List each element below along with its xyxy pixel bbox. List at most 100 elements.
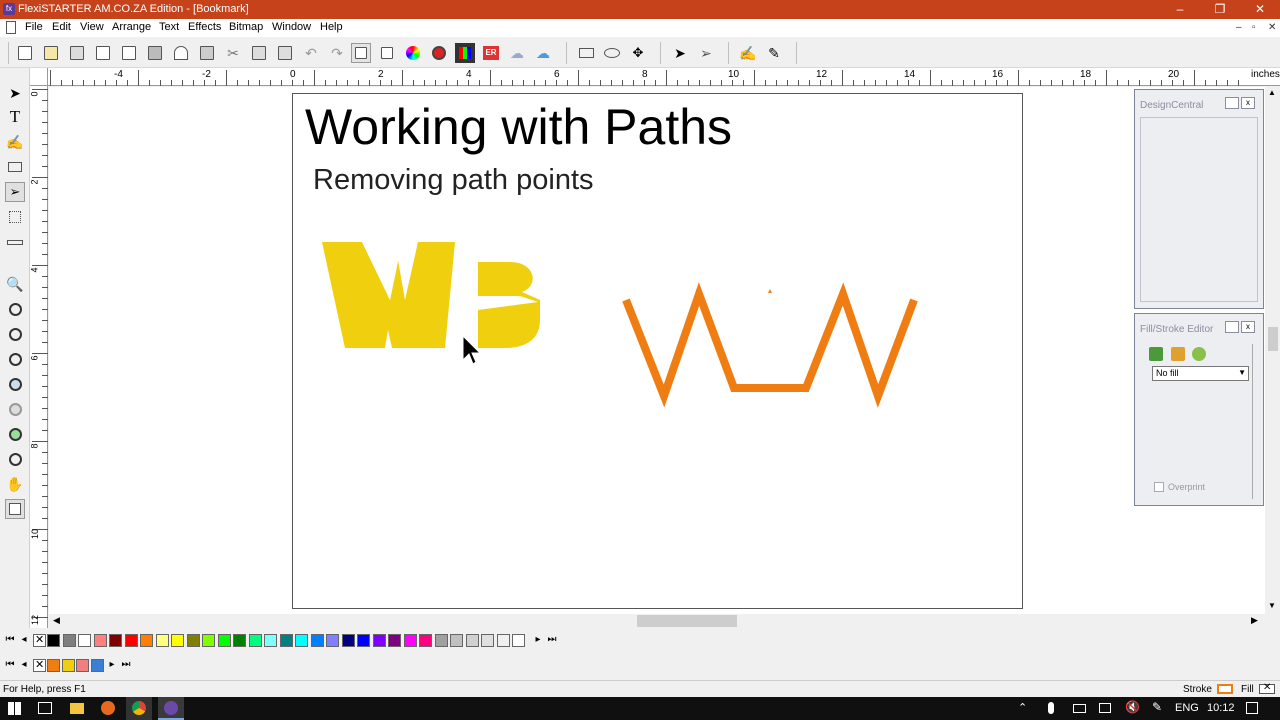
fill-type-value: No fill: [1156, 368, 1179, 378]
stroke-label: Stroke: [1183, 684, 1212, 695]
vertical-scroll-thumb[interactable]: [1268, 327, 1278, 351]
document-color-swatch[interactable]: [76, 659, 89, 672]
pen-icon[interactable]: ✎: [1152, 700, 1162, 714]
design-central-body: [1140, 117, 1258, 302]
horizontal-scrollbar[interactable]: ◀ ▶: [49, 614, 1265, 628]
color-swatch[interactable]: [295, 634, 308, 647]
color-swatch[interactable]: [93, 634, 107, 647]
microphone-icon[interactable]: [1048, 702, 1054, 714]
fill-type-select[interactable]: No fill ▼: [1152, 366, 1249, 381]
palette-prev-icon[interactable]: ◂: [18, 659, 30, 670]
chrome-taskbar-button[interactable]: [126, 697, 152, 720]
color-swatch[interactable]: [109, 634, 122, 647]
palette-next-icon[interactable]: ▸: [532, 634, 544, 645]
overprint-checkbox[interactable]: [1154, 482, 1164, 492]
effects-icon[interactable]: [1192, 347, 1206, 361]
no-color-swatch[interactable]: ✕: [33, 634, 46, 647]
scroll-down-icon[interactable]: ▼: [1268, 601, 1276, 610]
color-swatch[interactable]: [140, 634, 153, 647]
color-swatch[interactable]: [248, 634, 262, 647]
scroll-left-icon[interactable]: ◀: [53, 615, 60, 626]
chevron-down-icon: ▼: [1238, 368, 1246, 377]
color-swatch[interactable]: [186, 634, 200, 647]
color-swatch[interactable]: [171, 634, 184, 647]
color-swatch[interactable]: [217, 634, 231, 647]
status-bar: For Help, press F1 Stroke Fill ✕: [0, 680, 1280, 697]
scroll-right-icon[interactable]: ▶: [1251, 615, 1258, 626]
vertical-scrollbar[interactable]: ▲ ▼: [1265, 87, 1280, 614]
color-swatch[interactable]: [512, 634, 525, 647]
color-swatch[interactable]: [465, 634, 479, 647]
stroke-pen-icon[interactable]: [1171, 347, 1185, 361]
firefox-icon[interactable]: [101, 701, 115, 715]
wp-logo[interactable]: [322, 242, 540, 348]
document-color-swatch[interactable]: [61, 659, 75, 672]
color-swatch[interactable]: [403, 634, 417, 647]
horizontal-scroll-thumb[interactable]: [637, 615, 737, 627]
start-icon[interactable]: [8, 702, 21, 715]
clock[interactable]: 10:12: [1207, 702, 1235, 714]
stroke-swatch[interactable]: [1217, 684, 1233, 694]
palette-last-icon[interactable]: ⏭: [120, 659, 132, 670]
mouse-cursor: [462, 334, 482, 365]
palette-next-icon[interactable]: ▸: [106, 659, 118, 670]
panel-close-button[interactable]: x: [1241, 321, 1255, 333]
w-path[interactable]: [622, 282, 918, 408]
document-palette: ⏮ ◂ ✕ ▸ ⏭: [0, 657, 140, 675]
panel-minimize-button[interactable]: [1225, 321, 1239, 333]
color-swatch[interactable]: [481, 634, 494, 647]
color-swatch[interactable]: [233, 634, 246, 647]
scroll-up-icon[interactable]: ▲: [1268, 88, 1276, 97]
flexi-taskbar-button[interactable]: [158, 697, 184, 720]
color-swatch[interactable]: [326, 634, 339, 647]
palette-first-icon[interactable]: ⏮: [4, 659, 16, 670]
color-swatch[interactable]: [155, 634, 169, 647]
overprint-label: Overprint: [1168, 482, 1206, 492]
fill-stroke-panel: Fill/Stroke Editor x No fill ▼ Overprint: [1134, 313, 1264, 506]
palette-first-icon[interactable]: ⏮: [4, 634, 16, 645]
file-explorer-icon[interactable]: [70, 703, 84, 714]
color-swatch[interactable]: [357, 634, 370, 647]
color-swatch[interactable]: [310, 634, 324, 647]
palette-last-icon[interactable]: ⏭: [546, 634, 558, 645]
chrome-icon: [132, 701, 146, 715]
artwork-layer: [322, 242, 918, 408]
notifications-icon[interactable]: [1246, 702, 1258, 714]
color-swatch[interactable]: [124, 634, 138, 647]
fill-label: Fill: [1241, 684, 1254, 695]
network-icon[interactable]: [1099, 703, 1111, 713]
color-swatch[interactable]: [78, 634, 91, 647]
fill-swatch[interactable]: ✕: [1259, 682, 1275, 694]
path-node-marker[interactable]: [768, 289, 772, 293]
color-swatch[interactable]: [341, 634, 355, 647]
battery-icon[interactable]: [1073, 704, 1086, 713]
flexi-icon: [164, 701, 178, 715]
color-swatch[interactable]: [264, 634, 277, 647]
document-color-swatch[interactable]: [47, 659, 60, 672]
color-swatch[interactable]: [496, 634, 510, 647]
task-view-icon[interactable]: [38, 702, 52, 714]
color-swatch[interactable]: [62, 634, 76, 647]
design-central-title: DesignCentral: [1140, 100, 1204, 111]
document-color-swatch[interactable]: [90, 659, 104, 672]
color-palette: ⏮ ◂ ✕ ▸ ⏭: [0, 632, 565, 650]
color-swatch[interactable]: [388, 634, 401, 647]
taskbar: ⌃ 🔇 ✎ ENG 10:12: [0, 697, 1280, 720]
color-swatch[interactable]: [279, 634, 293, 647]
color-swatch[interactable]: [372, 634, 386, 647]
palette-prev-icon[interactable]: ◂: [18, 634, 30, 645]
panel-minimize-button[interactable]: [1225, 97, 1239, 109]
fill-stroke-title: Fill/Stroke Editor: [1140, 324, 1214, 335]
color-swatch[interactable]: [47, 634, 60, 647]
color-swatch[interactable]: [202, 634, 215, 647]
fill-bucket-icon[interactable]: [1149, 347, 1163, 361]
panel-close-button[interactable]: x: [1241, 97, 1255, 109]
no-color-swatch[interactable]: ✕: [33, 659, 46, 672]
tray-overflow-icon[interactable]: ⌃: [1018, 701, 1027, 714]
color-swatch[interactable]: [419, 634, 432, 647]
design-central-panel: DesignCentral x: [1134, 89, 1264, 309]
language-indicator[interactable]: ENG: [1175, 702, 1199, 714]
volume-muted-icon[interactable]: 🔇: [1125, 700, 1140, 714]
color-swatch[interactable]: [450, 634, 463, 647]
color-swatch[interactable]: [434, 634, 448, 647]
